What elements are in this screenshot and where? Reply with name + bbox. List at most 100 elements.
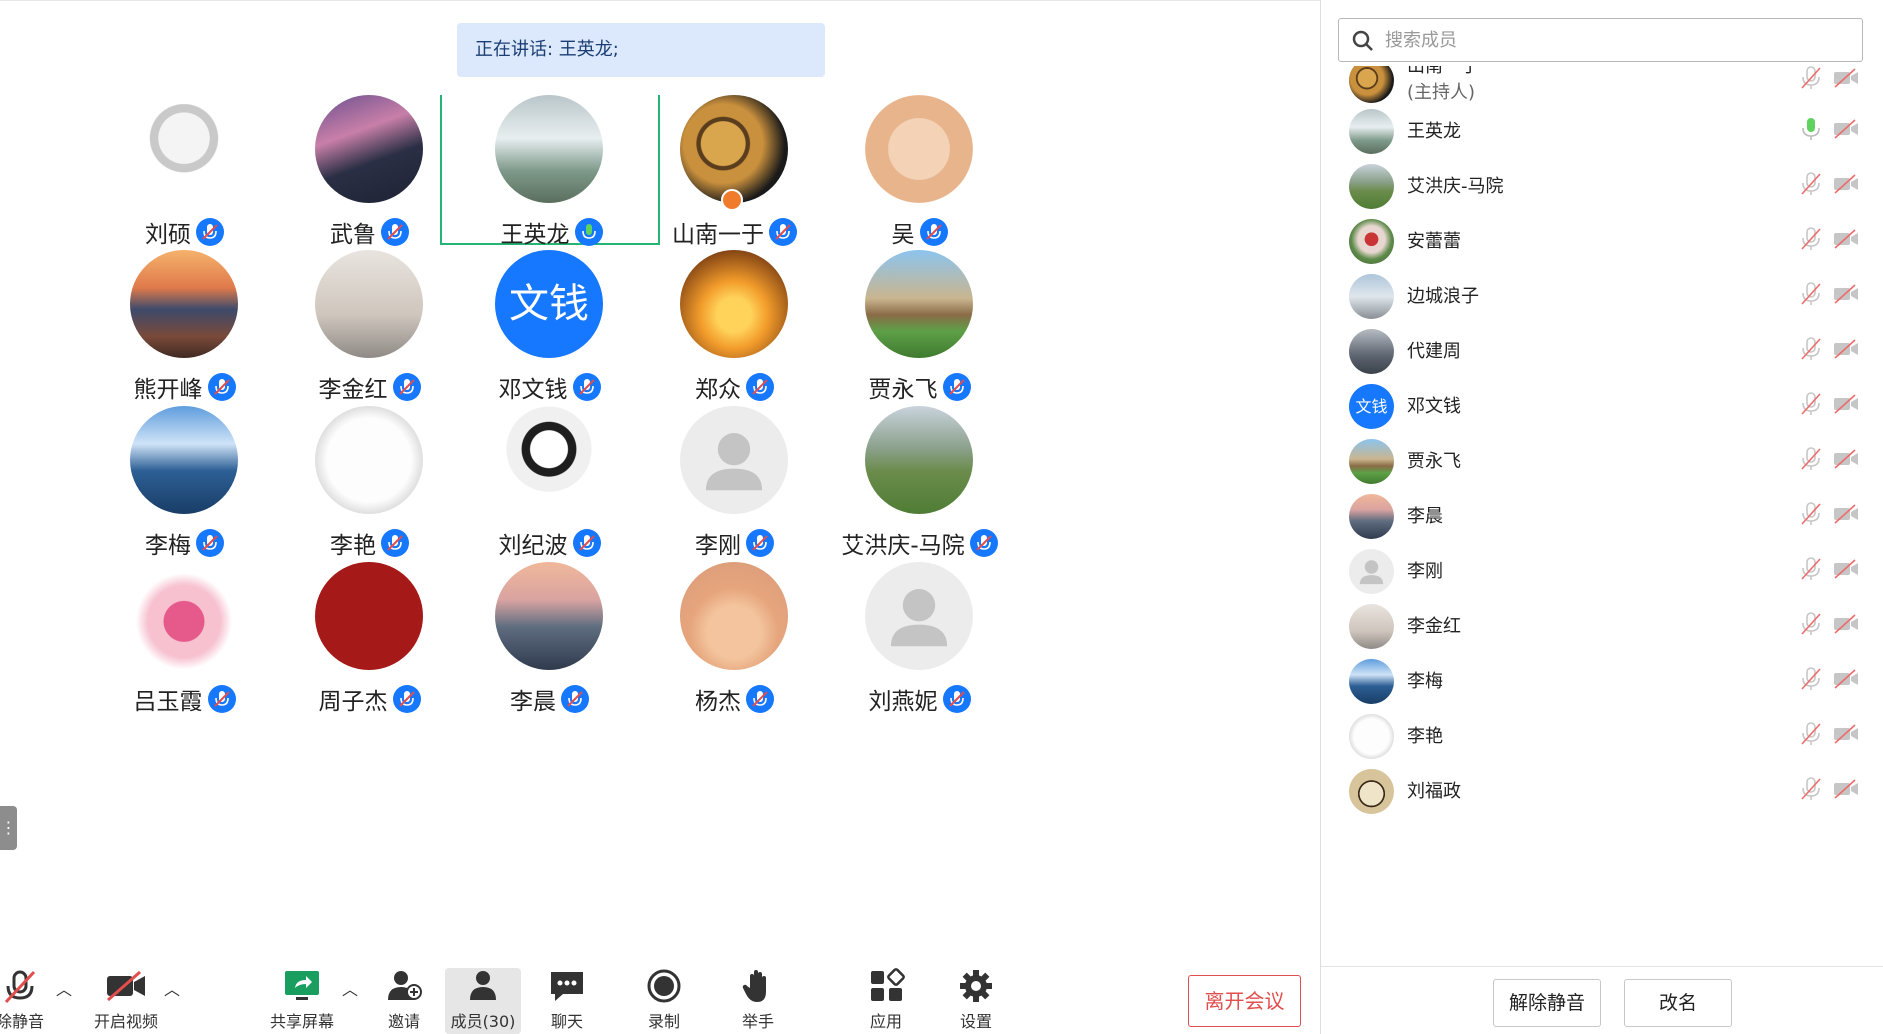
mic-muted-icon[interactable]	[1800, 777, 1822, 805]
participant-name-row: 刘燕妮	[810, 682, 1030, 716]
raise-hand-button[interactable]: 举手	[728, 968, 788, 1034]
mic-muted-icon	[745, 528, 775, 558]
mic-muted-icon[interactable]	[1800, 667, 1822, 695]
mic-muted-icon[interactable]	[1800, 282, 1822, 310]
camera-off-icon[interactable]	[1833, 779, 1859, 803]
mic-muted-icon	[768, 217, 798, 247]
participant-name: 杨杰	[695, 689, 741, 715]
record-button[interactable]: 录制	[634, 968, 694, 1034]
record-icon	[647, 969, 681, 1003]
camera-off-icon[interactable]	[1833, 614, 1859, 638]
member-name: 李艳	[1407, 726, 1443, 747]
share-screen-icon	[285, 971, 319, 1000]
panel-footer: 解除静音 改名	[1321, 966, 1883, 1034]
leave-meeting-button[interactable]: 离开会议	[1188, 975, 1301, 1027]
member-avatar	[1349, 604, 1394, 649]
participant-name: 李艳	[330, 533, 376, 559]
mute-button[interactable]: 除静音	[0, 968, 50, 1034]
chat-label: 聊天	[550, 1012, 583, 1031]
participant-avatar	[495, 562, 603, 670]
participant-avatar: 文钱	[495, 250, 603, 358]
participant-name-row: 艾洪庆-马院	[810, 526, 1030, 560]
participant-name: 刘纪波	[498, 533, 568, 559]
speaking-indicator: 正在讲话: 王英龙;	[457, 23, 825, 77]
unmute-all-button[interactable]: 解除静音	[1493, 979, 1601, 1027]
member-avatar	[1349, 494, 1394, 539]
settings-button[interactable]: 设置	[946, 968, 1006, 1034]
camera-off-icon[interactable]	[1833, 119, 1859, 143]
start-video-button[interactable]: 开启视频	[86, 968, 166, 1034]
participant-name: 吴	[891, 222, 915, 248]
member-name: 艾洪庆-马院	[1407, 176, 1504, 197]
participant-avatar	[315, 562, 423, 670]
participant-avatar	[315, 250, 423, 358]
participant-name: 吕玉霞	[133, 689, 203, 715]
camera-off-icon[interactable]	[1833, 229, 1859, 253]
mic-muted-icon[interactable]	[1800, 502, 1822, 530]
video-label: 开启视频	[93, 1012, 158, 1031]
mic-muted-icon[interactable]	[1800, 557, 1822, 585]
record-label: 录制	[647, 1012, 680, 1031]
mic-muted-icon	[207, 372, 237, 402]
participant-tile[interactable]: 吴	[810, 95, 1030, 273]
participant-name: 李晨	[510, 689, 556, 715]
raise-hand-label: 举手	[741, 1012, 774, 1031]
mic-muted-icon	[380, 528, 410, 558]
mic-muted-icon[interactable]	[1800, 337, 1822, 365]
camera-off-icon[interactable]	[1833, 284, 1859, 308]
member-row[interactable]: 刘福政	[1321, 763, 1883, 829]
mic-muted-icon[interactable]	[1800, 172, 1822, 200]
mic-muted-icon[interactable]	[1800, 227, 1822, 255]
search-icon	[1352, 30, 1373, 51]
mic-muted-icon	[745, 372, 775, 402]
mic-muted-icon[interactable]	[1800, 447, 1822, 475]
mute-options-caret-icon[interactable]: ︿	[56, 976, 72, 1000]
mic-muted-icon[interactable]	[1800, 66, 1822, 94]
mic-muted-icon[interactable]	[1800, 722, 1822, 750]
participant-name: 山南一于	[672, 222, 764, 248]
share-options-caret-icon[interactable]: ︿	[342, 976, 358, 1000]
side-drag-handle[interactable]: ⋮	[0, 806, 17, 850]
participant-tile[interactable]: 刘燕妮	[810, 562, 1030, 740]
mic-muted-icon	[392, 372, 422, 402]
participant-name: 李梅	[145, 533, 191, 559]
add-person-icon	[388, 971, 422, 1000]
participant-name: 熊开峰	[133, 377, 203, 403]
members-button[interactable]: 成员(30)	[445, 968, 521, 1034]
share-screen-button[interactable]: 共享屏幕	[262, 968, 342, 1034]
top-divider	[0, 0, 1320, 1]
mic-muted-icon	[195, 217, 225, 247]
participant-tile[interactable]: 艾洪庆-马院	[810, 406, 1030, 584]
mic-muted-icon[interactable]	[1800, 612, 1822, 640]
invite-button[interactable]: 邀请	[374, 968, 434, 1034]
participant-tile[interactable]: 贾永飞	[810, 250, 1030, 428]
meeting-toolbar: 除静音 ︿ 开启视频 ︿ 共享屏幕 ︿ 邀请 成员(30) 聊天 录制 举手 应…	[0, 960, 1320, 1034]
participant-name: 刘硕	[145, 222, 191, 248]
camera-off-icon[interactable]	[1833, 559, 1859, 583]
member-search-input[interactable]	[1385, 25, 1845, 55]
mute-label: 除静音	[0, 1012, 44, 1031]
camera-off-icon[interactable]	[1833, 339, 1859, 363]
mic-muted-icon	[942, 684, 972, 714]
rename-button[interactable]: 改名	[1624, 979, 1732, 1027]
participant-avatar	[130, 250, 238, 358]
mic-muted-icon	[207, 684, 237, 714]
member-name: 刘福政	[1407, 781, 1461, 802]
participant-name: 李刚	[695, 533, 741, 559]
mic-active-icon[interactable]	[1800, 117, 1822, 145]
camera-off-icon[interactable]	[1833, 449, 1859, 473]
apps-button[interactable]: 应用	[856, 968, 916, 1034]
camera-off-icon[interactable]	[1833, 68, 1859, 92]
camera-off-icon[interactable]	[1833, 504, 1859, 528]
camera-off-icon[interactable]	[1833, 724, 1859, 748]
participant-avatar	[680, 406, 788, 514]
chat-button[interactable]: 聊天	[537, 968, 597, 1034]
member-name: 邓文钱	[1407, 396, 1461, 417]
video-options-caret-icon[interactable]: ︿	[164, 976, 180, 1000]
member-avatar	[1349, 329, 1394, 374]
camera-off-icon[interactable]	[1833, 174, 1859, 198]
camera-off-icon[interactable]	[1833, 394, 1859, 418]
camera-off-icon[interactable]	[1833, 669, 1859, 693]
member-search-box	[1338, 18, 1863, 62]
mic-muted-icon[interactable]	[1800, 392, 1822, 420]
